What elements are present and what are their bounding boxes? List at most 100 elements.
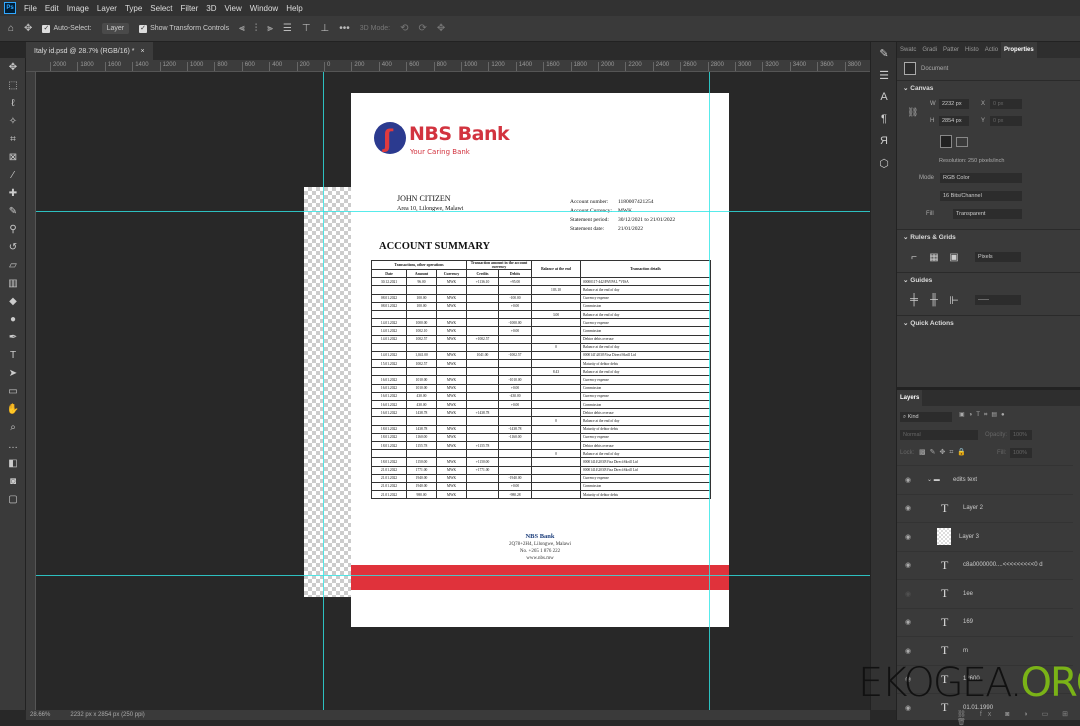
- visibility-eye-icon[interactable]: ◉: [897, 590, 919, 598]
- guide-style-dropdown[interactable]: ——: [975, 295, 1021, 305]
- menu-layer[interactable]: Layer: [97, 4, 117, 13]
- layer-row[interactable]: ◉ T 169: [897, 607, 1073, 636]
- more-options-button[interactable]: •••: [339, 23, 350, 34]
- horizontal-guide[interactable]: [36, 211, 870, 212]
- layer-row[interactable]: ◉ ⌄ ▬ edits text: [897, 465, 1073, 493]
- 3d-icon[interactable]: ⬡: [871, 152, 897, 174]
- hand-tool-icon[interactable]: ✋: [0, 400, 26, 418]
- layers-tab[interactable]: Layers: [897, 390, 923, 406]
- zoom-tool-icon[interactable]: ⌕: [0, 418, 26, 436]
- menu-type[interactable]: Type: [125, 4, 142, 13]
- blur-tool-icon[interactable]: ◆: [0, 292, 26, 310]
- align-center-icon[interactable]: ⫶: [255, 23, 258, 34]
- layer-row[interactable]: ◉ T 1ee: [897, 579, 1073, 607]
- align-left-icon[interactable]: ⫷: [239, 23, 245, 34]
- width-input[interactable]: 2232 px: [939, 99, 969, 109]
- panel-tab-histo[interactable]: Histo: [962, 47, 982, 53]
- glyphs-icon[interactable]: Я: [871, 130, 897, 152]
- dodge-tool-icon[interactable]: ●: [0, 310, 26, 328]
- layer-actions-bar[interactable]: ⛓ fx ◙ ◑ ▭ ⊞ 🗑: [957, 710, 1080, 726]
- panel-tab-gradi[interactable]: Gradi: [919, 47, 940, 53]
- paragraph-icon[interactable]: ¶: [871, 108, 897, 130]
- pixel-grid-icon[interactable]: ▣: [941, 246, 967, 268]
- photoshop-logo[interactable]: Ps: [4, 2, 16, 14]
- panel-tab-properties[interactable]: Properties: [1001, 42, 1037, 58]
- guides-header[interactable]: ⌄ Guides: [897, 272, 1080, 287]
- vertical-guide[interactable]: [323, 72, 324, 710]
- menu-edit[interactable]: Edit: [45, 4, 59, 13]
- move-tool-icon[interactable]: ✥: [24, 23, 32, 34]
- horizontal-guide[interactable]: [36, 575, 870, 576]
- panel-tab-actio[interactable]: Actio: [982, 47, 1001, 53]
- x-input[interactable]: 0 px: [990, 99, 1022, 109]
- canvas-section-header[interactable]: ⌄ Canvas: [897, 80, 1080, 95]
- menu-help[interactable]: Help: [286, 4, 302, 13]
- quick-actions-header[interactable]: ⌄ Quick Actions: [897, 315, 1080, 330]
- menu-select[interactable]: Select: [150, 4, 172, 13]
- rectangle-tool-icon[interactable]: ▭: [0, 382, 26, 400]
- crop-tool-icon[interactable]: ⌗: [0, 130, 26, 148]
- lasso-tool-icon[interactable]: ℓ: [0, 94, 26, 112]
- portrait-orientation-icon[interactable]: [940, 135, 952, 148]
- bit-depth-dropdown[interactable]: 16 Bits/Channel: [940, 191, 1022, 201]
- healing-brush-icon[interactable]: ✚: [0, 184, 26, 202]
- screen-mode-icon[interactable]: ▢: [0, 490, 26, 508]
- menu-3d[interactable]: 3D: [206, 4, 216, 13]
- visibility-eye-icon[interactable]: ◉: [897, 647, 919, 655]
- auto-select-checkbox[interactable]: ✓ Auto-Select:: [42, 24, 92, 33]
- roll-3d-icon[interactable]: ⟳: [419, 23, 427, 34]
- eyedropper-icon[interactable]: ⁄: [0, 166, 26, 184]
- visibility-eye-icon[interactable]: ◉: [897, 504, 919, 512]
- show-transform-checkbox[interactable]: ✓ Show Transform Controls: [139, 24, 229, 33]
- align-right-icon[interactable]: ⫸: [267, 23, 273, 34]
- home-icon[interactable]: ⌂: [8, 23, 14, 34]
- horizontal-ruler[interactable]: 2000 1800 1600 1400 1200 1000 800 600 400 200 0 200…: [26, 60, 870, 72]
- more-tools-icon[interactable]: …: [0, 436, 26, 454]
- align-middle-icon[interactable]: ⊥: [321, 23, 330, 34]
- menu-window[interactable]: Window: [250, 4, 278, 13]
- visibility-eye-icon[interactable]: ◉: [897, 618, 919, 626]
- color-swatch-icon[interactable]: ◧: [0, 454, 26, 472]
- brush-settings-icon[interactable]: ✎: [871, 42, 897, 64]
- menu-image[interactable]: Image: [67, 4, 89, 13]
- menu-file[interactable]: File: [24, 4, 37, 13]
- history-brush-icon[interactable]: ↺: [0, 238, 26, 256]
- lock-icons[interactable]: ▩✎✥⌗🔒: [919, 448, 970, 457]
- vertical-ruler[interactable]: [26, 72, 36, 710]
- layer-row[interactable]: ◉ T Layer 2: [897, 493, 1073, 522]
- y-input[interactable]: 0 px: [990, 116, 1022, 126]
- brush-tool-icon[interactable]: ✎: [0, 202, 26, 220]
- menu-filter[interactable]: Filter: [181, 4, 199, 13]
- move-tool-icon[interactable]: ✥: [0, 58, 26, 76]
- visibility-eye-icon[interactable]: ◉: [897, 533, 919, 541]
- panel-tab-swatc[interactable]: Swatc: [897, 47, 919, 53]
- frame-tool-icon[interactable]: ⊠: [0, 148, 26, 166]
- smart-guides-icon[interactable]: ⊩: [941, 289, 967, 311]
- visibility-eye-icon[interactable]: ◉: [897, 561, 919, 569]
- height-input[interactable]: 2854 px: [939, 116, 969, 126]
- vertical-guide[interactable]: [709, 72, 710, 710]
- blend-mode-dropdown[interactable]: Normal: [900, 430, 978, 440]
- zoom-level[interactable]: 28.66%: [30, 712, 50, 718]
- align-top-icon[interactable]: ⊤: [302, 23, 311, 34]
- bank-statement-document[interactable]: ʃ NBS Bank Your Caring Bank JOHN CITIZEN…: [351, 93, 729, 627]
- gradient-tool-icon[interactable]: ▥: [0, 274, 26, 292]
- quick-mask-icon[interactable]: ◙: [0, 472, 26, 490]
- orbit-3d-icon[interactable]: ⟲: [400, 23, 408, 34]
- pen-tool-icon[interactable]: ✒: [0, 328, 26, 346]
- path-select-icon[interactable]: ➤: [0, 364, 26, 382]
- link-icon[interactable]: ⛓: [907, 107, 918, 118]
- layer-fill-input[interactable]: 100%: [1010, 448, 1032, 458]
- menu-view[interactable]: View: [225, 4, 242, 13]
- document-tab[interactable]: Italy id.psd @ 28.7% (RGB/16) * ×: [26, 42, 153, 60]
- pan-3d-icon[interactable]: ✥: [437, 23, 445, 34]
- close-tab-icon[interactable]: ×: [140, 48, 144, 55]
- visibility-eye-icon[interactable]: ◉: [897, 476, 919, 484]
- opacity-input[interactable]: 100%: [1010, 430, 1032, 440]
- layer-row[interactable]: ◉ Tc8a0000000....<<<<<<<<<0 d: [897, 550, 1073, 579]
- panel-tab-patter[interactable]: Patter: [940, 47, 962, 53]
- landscape-orientation-icon[interactable]: [956, 137, 968, 147]
- type-tool-icon[interactable]: T: [0, 346, 26, 364]
- stamp-tool-icon[interactable]: ⚲: [0, 220, 26, 238]
- marquee-tool-icon[interactable]: ⬚: [0, 76, 26, 94]
